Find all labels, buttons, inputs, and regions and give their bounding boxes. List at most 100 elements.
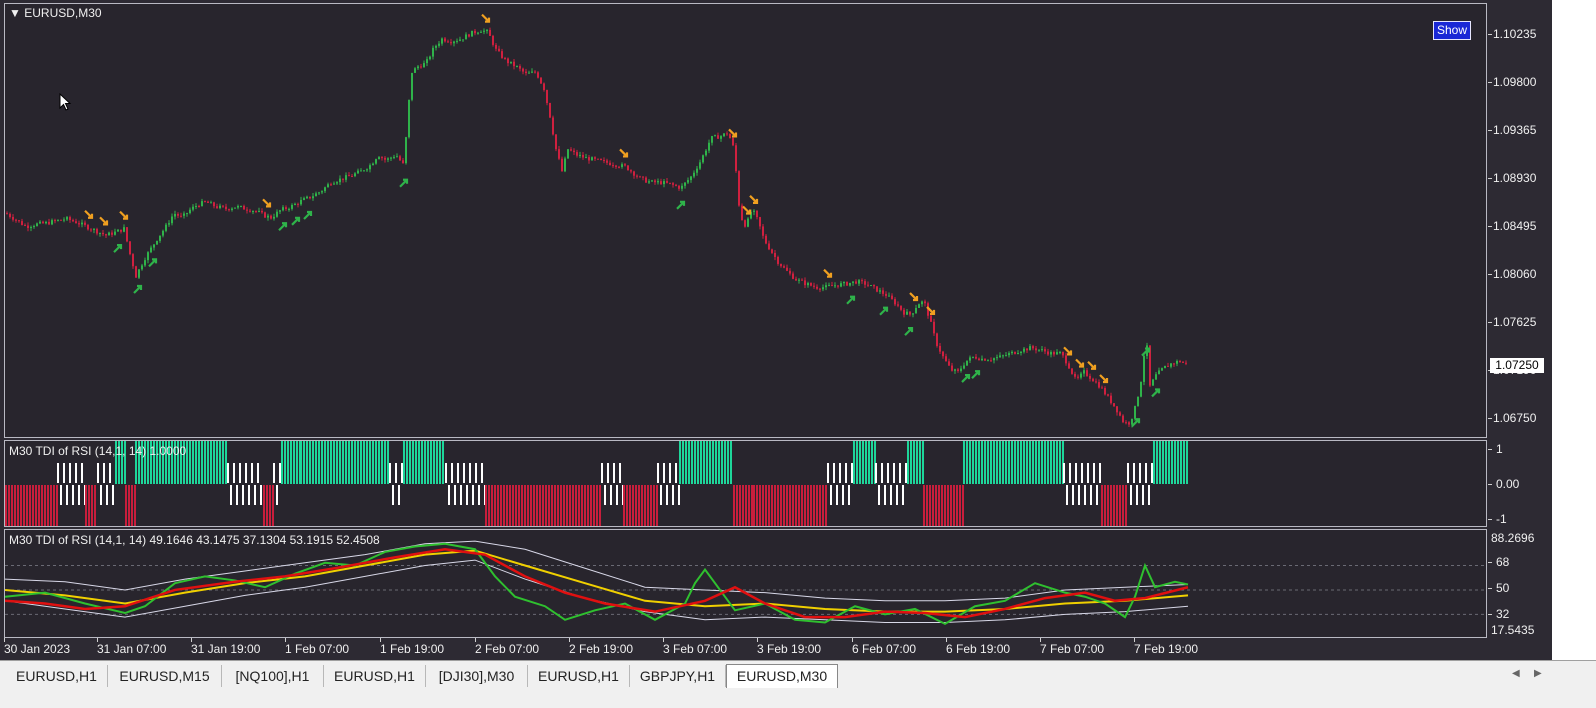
tdi-histogram-subwindow[interactable]: M30 TDI of RSI (14,1, 14) 1.0000 — [4, 440, 1487, 527]
candle-body — [189, 209, 191, 214]
candle-body — [1155, 374, 1157, 380]
histogram-bar — [254, 485, 256, 505]
candle-body — [1179, 360, 1181, 362]
tab-chart-active[interactable]: EURUSD,M30 — [726, 664, 838, 688]
histogram-bar — [521, 485, 523, 526]
histogram-bar — [1122, 485, 1124, 526]
main-price-chart[interactable]: ▼ EURUSD,M30 Show — [4, 3, 1487, 438]
candle-body — [552, 117, 554, 135]
tabs-scroll-right-icon[interactable]: ▶ — [1534, 668, 1542, 679]
candle-body — [426, 59, 428, 64]
tab-chart[interactable]: GBPJPY,H1 — [630, 665, 726, 687]
show-button[interactable]: Show — [1433, 21, 1471, 40]
histogram-bar — [213, 441, 215, 484]
histogram-bar — [345, 441, 347, 484]
current-price-marker: 1.07250 — [1490, 358, 1544, 373]
histogram-bar — [60, 485, 62, 505]
tab-chart[interactable]: EURUSD,M15 — [108, 665, 222, 687]
histogram-bar — [669, 463, 671, 483]
histogram-bar — [1044, 441, 1046, 484]
histogram-bar — [990, 441, 992, 484]
histogram-bar — [601, 463, 603, 483]
histogram-bar — [109, 463, 111, 483]
tabs-scroll-left-icon[interactable]: ◀ — [1512, 668, 1520, 679]
candle-body — [132, 254, 134, 267]
candle-body — [651, 180, 653, 182]
histogram-bar — [871, 441, 873, 484]
histogram-bar — [97, 463, 99, 483]
candle-body — [1002, 355, 1004, 357]
collapse-triangle-icon[interactable]: ▼ — [9, 6, 21, 20]
histogram-bar — [1101, 485, 1103, 526]
histogram-bar — [780, 485, 782, 526]
buy-arrow-icon — [1131, 418, 1141, 427]
candle-body — [279, 210, 281, 212]
candle-body — [342, 178, 344, 180]
candle-body — [435, 45, 437, 48]
candle-body — [996, 357, 998, 359]
histogram-bar — [63, 463, 65, 483]
histogram-bar — [485, 485, 487, 526]
buy-arrow-icon — [1151, 388, 1161, 398]
candle-body — [309, 196, 311, 199]
tab-chart[interactable]: EURUSD,H1 — [528, 665, 630, 687]
candle-body — [792, 273, 794, 279]
candle-body — [525, 71, 527, 74]
tab-chart[interactable]: EURUSD,H1 — [324, 665, 426, 687]
tdi-indicator-label: M30 TDI of RSI (14,1, 14) 49.1646 43.147… — [9, 533, 380, 547]
histogram-bar — [306, 441, 308, 484]
tdi-lines-subwindow[interactable]: M30 TDI of RSI (14,1, 14) 49.1646 43.147… — [4, 529, 1487, 638]
candle-body — [612, 165, 614, 167]
candle-body — [27, 225, 29, 228]
candle-body — [693, 172, 695, 177]
histogram-bar — [919, 441, 921, 484]
candle-body — [966, 360, 968, 366]
histogram-bar — [245, 463, 247, 483]
histogram-bar — [950, 485, 952, 526]
histogram-bar — [557, 485, 559, 526]
candle-body — [510, 61, 512, 64]
candle-body — [180, 215, 182, 217]
candle-body — [219, 205, 221, 208]
candle-body — [282, 207, 284, 211]
candle-body — [246, 209, 248, 211]
histogram-bar — [789, 485, 791, 526]
histogram-bar — [756, 485, 758, 526]
candle-body — [1134, 406, 1136, 419]
histogram-bar — [1104, 485, 1106, 526]
sell-arrow-icon — [1087, 360, 1097, 370]
candle-body — [702, 155, 704, 163]
candle-body — [735, 145, 737, 172]
candle-body — [294, 203, 296, 205]
histogram-bar — [623, 485, 625, 526]
chart-symbol-label[interactable]: ▼ EURUSD,M30 — [9, 6, 102, 20]
tab-chart[interactable]: EURUSD,H1 — [6, 665, 108, 687]
histogram-bar — [1127, 463, 1129, 483]
histogram-bar — [539, 485, 541, 526]
candle-body — [438, 43, 440, 46]
histogram-bar — [1119, 485, 1121, 526]
histogram-bar — [512, 485, 514, 526]
candle-body — [891, 295, 893, 300]
histogram-bar — [1093, 463, 1095, 483]
candle-body — [345, 175, 347, 180]
histogram-bar — [1116, 485, 1118, 526]
histogram-bar — [315, 441, 317, 484]
candle-body — [711, 136, 713, 143]
histogram-bar — [198, 441, 200, 484]
candle-body — [558, 149, 560, 159]
histogram-bar — [563, 485, 565, 526]
tab-chart[interactable]: [NQ100],H1 — [222, 665, 324, 687]
candle-body — [390, 157, 392, 159]
candle-body — [924, 301, 926, 304]
candle-body — [843, 282, 845, 284]
candle-body — [51, 220, 53, 225]
candle-body — [33, 226, 35, 228]
candle-body — [75, 221, 77, 224]
histogram-bar — [798, 485, 800, 526]
tab-chart[interactable]: [DJI30],M30 — [426, 665, 528, 687]
histogram-bar — [554, 485, 556, 526]
candle-body — [1113, 403, 1115, 407]
histogram-bar — [88, 485, 90, 526]
histogram-bar — [530, 485, 532, 526]
